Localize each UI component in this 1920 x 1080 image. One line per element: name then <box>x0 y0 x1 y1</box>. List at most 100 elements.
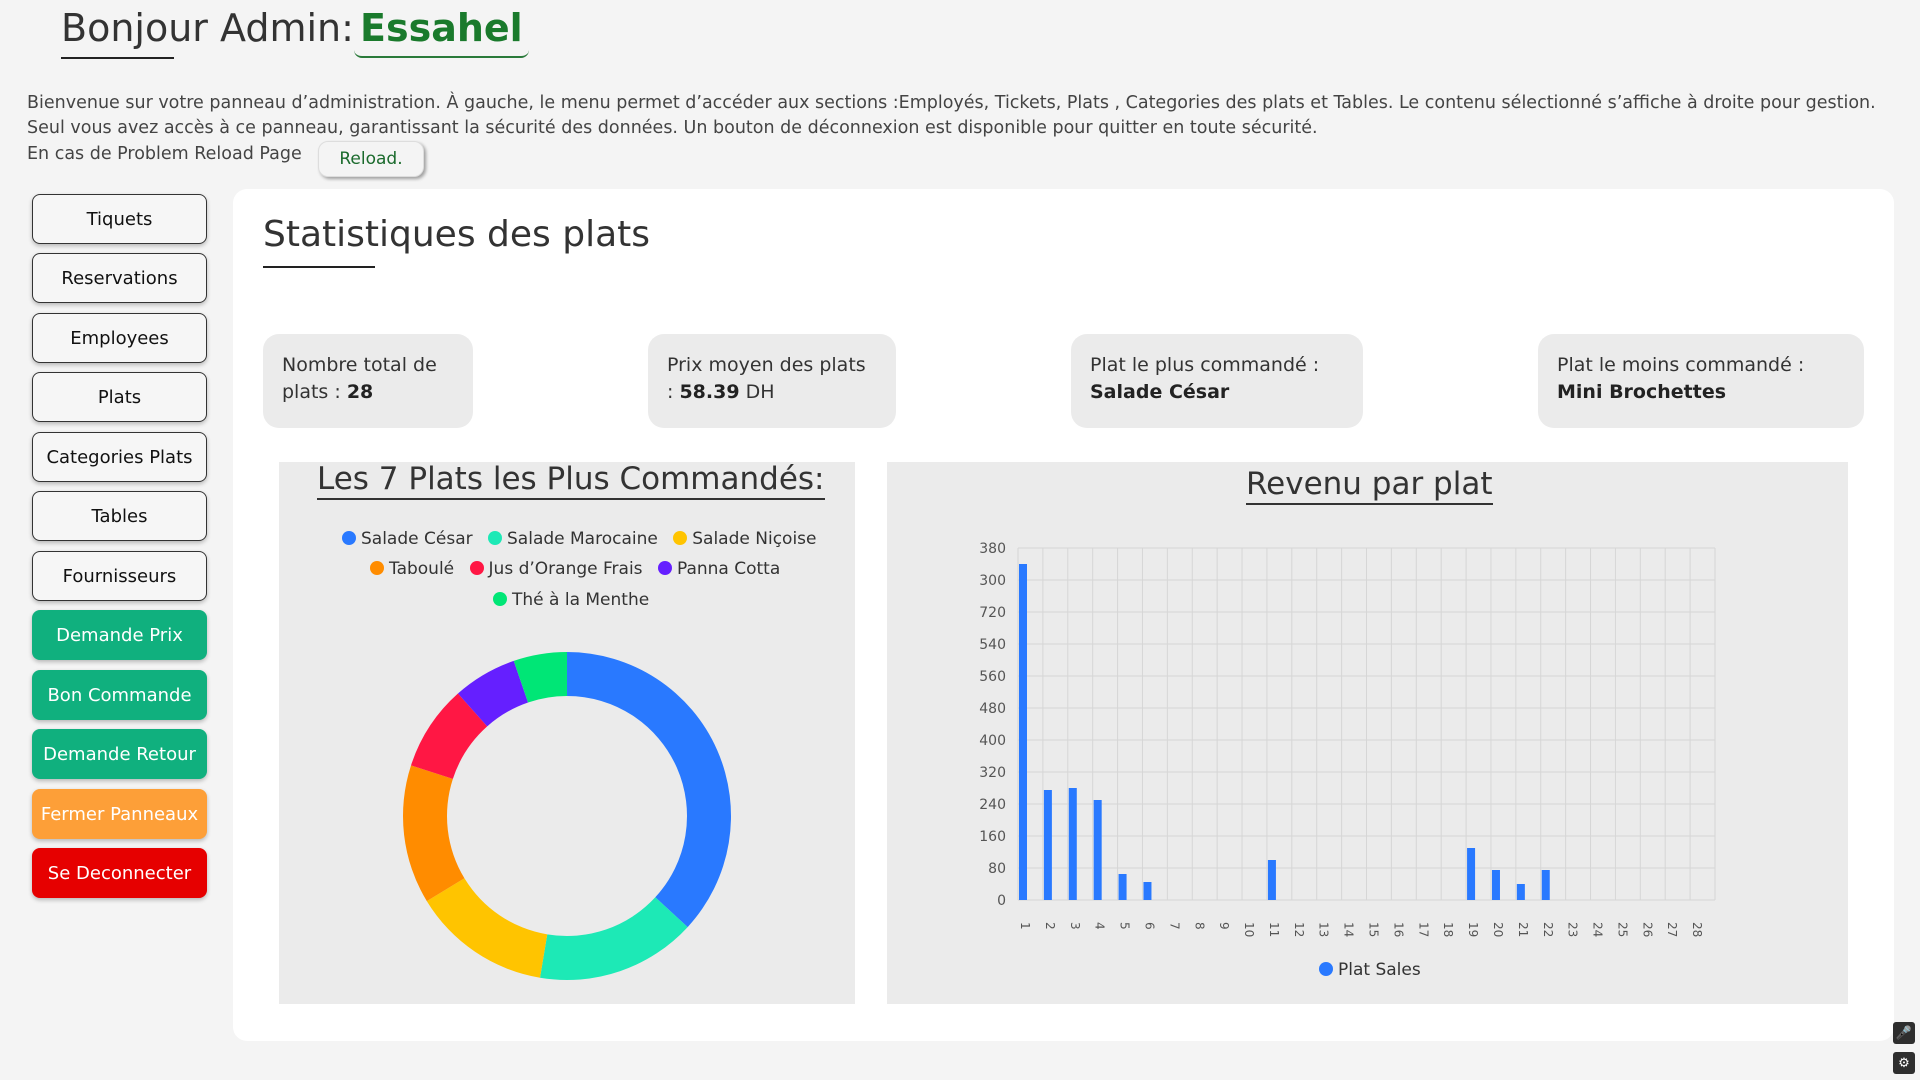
x-tick-label: 16 <box>1391 922 1405 937</box>
stat-card-avg-price: Prix moyen des plats : 58.39 DH <box>648 334 896 428</box>
microphone-icon[interactable]: 🎤 <box>1893 1022 1915 1044</box>
donut-chart-title: Les 7 Plats les Plus Commandés: <box>317 461 825 500</box>
stat-total-label-a: Nombre total de <box>282 354 437 376</box>
menu-plats-button[interactable]: Plats <box>32 372 207 422</box>
legend-item[interactable]: Salade Niçoise <box>673 529 816 549</box>
legend-item[interactable]: Taboulé <box>370 559 454 579</box>
legend-label: Salade Marocaine <box>507 529 658 549</box>
y-tick-label: 480 <box>979 701 1006 717</box>
menu-demande-retour-button[interactable]: Demande Retour <box>32 729 207 779</box>
x-tick-label: 17 <box>1416 922 1430 937</box>
x-tick-label: 9 <box>1217 922 1231 930</box>
legend-item[interactable]: Panna Cotta <box>657 559 780 579</box>
bar-mark[interactable] <box>1491 870 1500 900</box>
menu-fournisseurs-button[interactable]: Fournisseurs <box>32 551 207 601</box>
x-tick-label: 11 <box>1267 922 1281 937</box>
x-tick-label: 26 <box>1640 922 1654 937</box>
bar-mark[interactable] <box>1143 882 1152 900</box>
x-tick-label: 23 <box>1566 922 1580 937</box>
legend-label: Salade César <box>361 529 473 549</box>
x-tick-label: 27 <box>1665 922 1679 937</box>
greeting-underline <box>61 57 174 59</box>
greeting: Bonjour Admin: <box>61 6 354 50</box>
y-tick-label: 0 <box>997 893 1006 909</box>
stat-card-most-ordered: Plat le plus commandé : Salade César <box>1071 334 1363 428</box>
y-tick-label: 720 <box>979 605 1006 621</box>
stat-avg-label-a: Prix moyen des plats <box>667 354 866 376</box>
bar-mark[interactable] <box>1516 884 1525 900</box>
bar-mark[interactable] <box>1019 564 1027 900</box>
bar-mark[interactable] <box>1118 874 1127 900</box>
menu-tables-button[interactable]: Tables <box>32 491 207 541</box>
legend-dot-icon <box>1319 962 1333 976</box>
donut-slice[interactable] <box>403 765 465 902</box>
y-tick-label: 560 <box>979 669 1006 685</box>
legend-dot-icon <box>342 531 356 545</box>
intro-line-2: Seul vous avez accès à ce panneau, garan… <box>27 118 1318 138</box>
legend-label: Thé à la Menthe <box>512 590 650 610</box>
bar-mark[interactable] <box>1068 788 1077 900</box>
x-tick-label: 13 <box>1317 922 1331 937</box>
bar-mark[interactable] <box>1043 790 1052 900</box>
reload-text: En cas de Problem Reload Page <box>27 144 302 164</box>
stat-avg-unit: DH <box>745 381 775 403</box>
bar-mark[interactable] <box>1267 860 1276 900</box>
bar-chart-title: Revenu par plat <box>1246 466 1493 505</box>
page-title-underline <box>263 266 375 268</box>
x-tick-label: 14 <box>1342 922 1356 937</box>
stat-most-label: Plat le plus commandé : <box>1090 354 1320 376</box>
x-tick-label: 18 <box>1441 922 1455 937</box>
y-tick-label: 540 <box>979 637 1006 653</box>
legend-item[interactable]: Thé à la Menthe <box>493 590 649 610</box>
menu-demande-prix-button[interactable]: Demande Prix <box>32 610 207 660</box>
stat-most-value: Salade César <box>1090 381 1230 403</box>
legend-label: Jus d’Orange Frais <box>488 559 643 579</box>
y-tick-label: 380 <box>979 541 1006 557</box>
legend-label: Taboulé <box>389 559 455 579</box>
settings-icon[interactable]: ⚙ <box>1893 1052 1915 1074</box>
bar-mark[interactable] <box>1093 800 1102 900</box>
x-tick-label: 7 <box>1167 922 1181 930</box>
x-tick-label: 15 <box>1367 922 1381 937</box>
x-tick-label: 2 <box>1043 922 1057 930</box>
x-tick-label: 20 <box>1491 922 1505 937</box>
intro-line-1: Bienvenue sur votre panneau d’administra… <box>27 93 1876 113</box>
bar-mark[interactable] <box>1541 870 1550 900</box>
intro-text: Bienvenue sur votre panneau d’administra… <box>27 91 1897 141</box>
bar-legend-label[interactable]: Plat Sales <box>1338 960 1421 980</box>
bar-mark[interactable] <box>1467 848 1476 900</box>
x-tick-label: 1 <box>1018 922 1032 930</box>
menu-reservations-button[interactable]: Reservations <box>32 253 207 303</box>
menu-tiquets-button[interactable]: Tiquets <box>32 194 207 244</box>
legend-item[interactable]: Salade Marocaine <box>488 529 658 549</box>
donut-legend-row-3: Thé à la Menthe <box>493 590 659 610</box>
y-tick-label: 400 <box>979 733 1006 749</box>
y-tick-label: 240 <box>979 797 1006 813</box>
bar-chart: 3803007205405604804003202401608001 2 3 4 5 6 7… <box>979 541 1716 980</box>
reload-button[interactable]: Reload. <box>318 141 424 177</box>
stat-total-label-b: plats : <box>282 381 341 403</box>
legend-dot-icon <box>673 531 688 545</box>
x-tick-label: 24 <box>1591 922 1605 937</box>
x-tick-label: 19 <box>1466 922 1480 937</box>
donut-slice[interactable] <box>426 878 548 978</box>
legend-item[interactable]: Salade César <box>342 529 473 549</box>
stat-card-total: Nombre total de plats : 28 <box>263 334 473 428</box>
stat-least-value: Mini Brochettes <box>1557 381 1727 403</box>
stat-card-least-ordered: Plat le moins commandé : Mini Brochettes <box>1538 334 1864 428</box>
legend-dot-icon <box>493 592 507 606</box>
donut-slice[interactable] <box>540 897 688 980</box>
y-tick-label: 320 <box>979 765 1006 781</box>
menu-employees-button[interactable]: Employees <box>32 313 207 363</box>
fermer-panneaux-button[interactable]: Fermer Panneaux <box>32 789 207 839</box>
y-tick-label: 80 <box>988 861 1006 877</box>
legend-item[interactable]: Jus d’Orange Frais <box>469 559 643 579</box>
menu-categories-plats-button[interactable]: Categories Plats <box>32 432 207 482</box>
donut-slice[interactable] <box>567 652 731 928</box>
legend-dot-icon <box>370 561 384 575</box>
legend-label: Salade Niçoise <box>692 529 817 549</box>
logout-button[interactable]: Se Deconnecter <box>32 848 207 898</box>
x-tick-label: 6 <box>1142 922 1156 930</box>
menu-bon-commande-button[interactable]: Bon Commande <box>32 670 207 720</box>
donut-legend-row-1: Salade César Salade Marocaine Salade Niç… <box>342 529 826 549</box>
